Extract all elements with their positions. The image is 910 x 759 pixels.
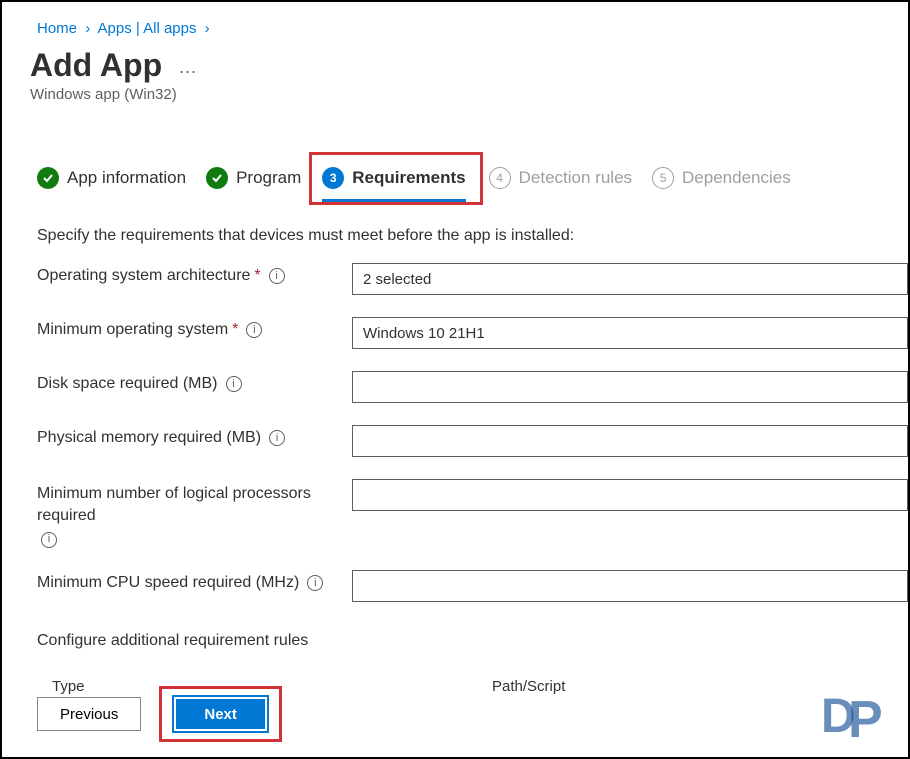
tab-label: Requirements: [352, 168, 465, 188]
required-indicator: *: [232, 321, 238, 339]
highlight-box: Next: [159, 686, 282, 742]
input-memory[interactable]: [352, 425, 908, 457]
input-cpu[interactable]: [352, 570, 908, 602]
label-os-arch: Operating system architecture * i: [37, 263, 352, 285]
tab-requirements[interactable]: 3 Requirements: [322, 167, 465, 202]
form-row-processors: Minimum number of logical processors req…: [37, 479, 908, 548]
info-icon[interactable]: i: [226, 376, 242, 392]
tab-label: Detection rules: [519, 168, 632, 188]
tab-label: Program: [236, 168, 301, 188]
breadcrumb-home[interactable]: Home: [37, 20, 77, 37]
input-processors[interactable]: [352, 479, 908, 511]
chevron-right-icon: ›: [205, 20, 210, 37]
svg-text:P: P: [848, 691, 883, 747]
description-text: Specify the requirements that devices mu…: [2, 215, 908, 263]
info-icon[interactable]: i: [307, 575, 323, 591]
previous-button[interactable]: Previous: [37, 697, 141, 731]
breadcrumb: Home › Apps | All apps ›: [2, 2, 908, 47]
breadcrumb-apps[interactable]: Apps | All apps: [98, 20, 197, 37]
page-title: Add App: [30, 47, 162, 84]
check-icon: [37, 167, 59, 189]
step-number-icon: 4: [489, 167, 511, 189]
tab-label: App information: [67, 168, 186, 188]
wizard-tabs: App information Program 3 Requirements 4…: [2, 111, 908, 215]
footer-actions: Previous Next: [37, 686, 282, 742]
check-icon: [206, 167, 228, 189]
tab-detection-rules[interactable]: 4 Detection rules: [489, 167, 632, 202]
label-min-os: Minimum operating system * i: [37, 317, 352, 339]
tab-dependencies[interactable]: 5 Dependencies: [652, 167, 791, 202]
required-indicator: *: [254, 267, 260, 285]
label-processors: Minimum number of logical processors req…: [37, 479, 352, 548]
info-icon[interactable]: i: [246, 322, 262, 338]
section-label: Configure additional requirement rules: [2, 624, 908, 668]
form-row-os-arch: Operating system architecture * i: [37, 263, 908, 295]
page-subtitle: Windows app (Win32): [30, 86, 873, 103]
input-disk[interactable]: [352, 371, 908, 403]
form-row-memory: Physical memory required (MB) i: [37, 425, 908, 457]
info-icon[interactable]: i: [41, 532, 57, 548]
label-cpu: Minimum CPU speed required (MHz) i: [37, 570, 352, 592]
next-button[interactable]: Next: [174, 697, 267, 731]
label-memory: Physical memory required (MB) i: [37, 425, 352, 447]
watermark-logo: D P: [816, 687, 896, 747]
page-header: Add App ··· Windows app (Win32): [2, 47, 908, 111]
step-number-icon: 3: [322, 167, 344, 189]
tab-label: Dependencies: [682, 168, 791, 188]
tab-program[interactable]: Program: [206, 167, 301, 202]
info-icon[interactable]: i: [269, 430, 285, 446]
input-min-os[interactable]: [352, 317, 908, 349]
more-actions-icon[interactable]: ···: [179, 61, 197, 81]
chevron-right-icon: ›: [85, 20, 90, 37]
input-os-arch[interactable]: [352, 263, 908, 295]
step-number-icon: 5: [652, 167, 674, 189]
form-row-disk: Disk space required (MB) i: [37, 371, 908, 403]
form-row-min-os: Minimum operating system * i: [37, 317, 908, 349]
label-disk: Disk space required (MB) i: [37, 371, 352, 393]
highlight-box: 3 Requirements: [309, 152, 482, 205]
info-icon[interactable]: i: [269, 268, 285, 284]
form-area: Operating system architecture * i Minimu…: [2, 263, 908, 602]
tab-app-information[interactable]: App information: [37, 167, 186, 202]
form-row-cpu: Minimum CPU speed required (MHz) i: [37, 570, 908, 602]
